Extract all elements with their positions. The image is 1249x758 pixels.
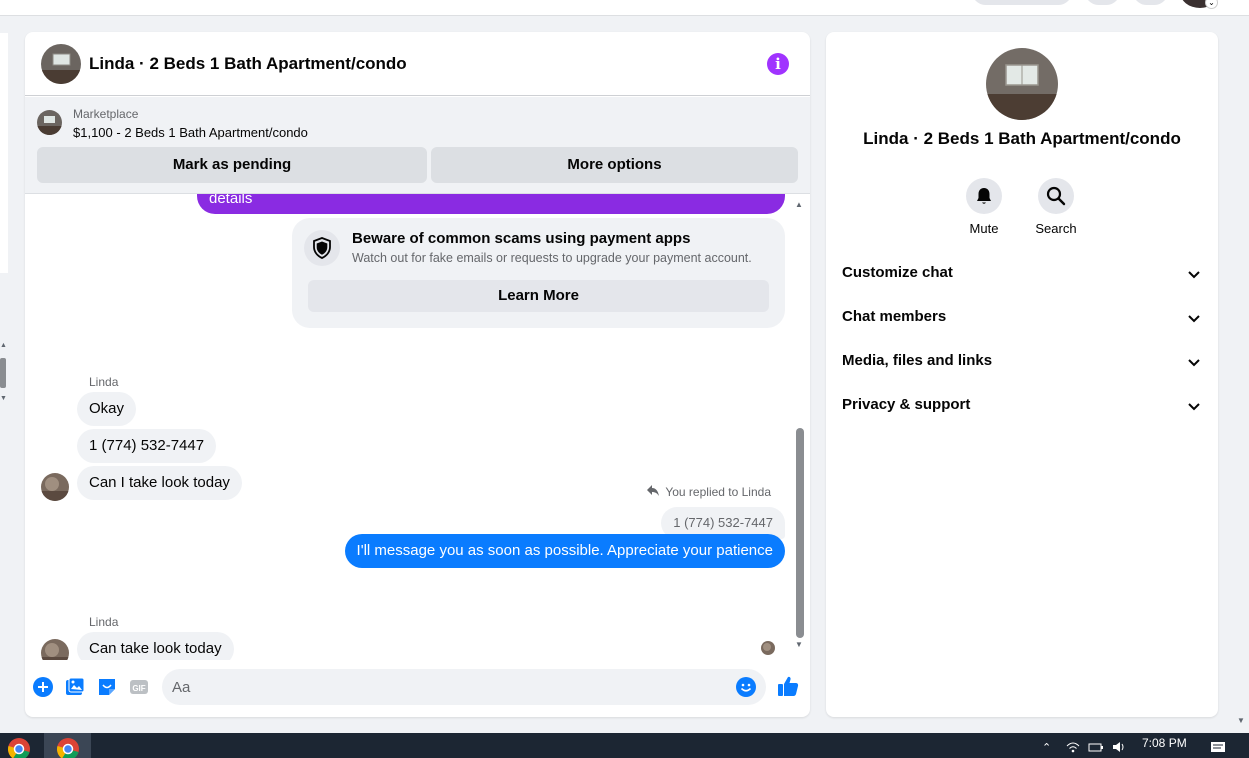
outgoing-message-bubble[interactable]: I'll message you as soon as possible. Ap… [344, 534, 785, 568]
chrome-icon[interactable] [7, 737, 30, 758]
conversation-avatar[interactable] [986, 48, 1058, 120]
top-nav-icon-button[interactable] [1133, 0, 1168, 5]
scam-warning-card: Beware of common scams using payment app… [292, 218, 785, 328]
customize-chat-section[interactable]: Customize chat [826, 252, 1218, 296]
incoming-message-bubble[interactable]: Can take look today [77, 632, 234, 660]
sender-name: Linda [89, 615, 119, 629]
chevron-down-icon [1188, 359, 1200, 367]
scam-warning-title: Beware of common scams using payment app… [352, 230, 691, 247]
mute-label: Mute [969, 221, 999, 236]
scam-warning-subtitle: Watch out for fake emails or requests to… [352, 251, 752, 265]
clock-time[interactable]: 7:08 PM [1142, 736, 1187, 750]
listing-thumbnail[interactable] [37, 110, 62, 135]
bell-icon [966, 178, 1002, 214]
marketplace-banner: Marketplace $1,100 - 2 Beds 1 Bath Apart… [25, 97, 810, 194]
wifi-icon[interactable] [1066, 741, 1080, 756]
chrome-icon[interactable] [56, 737, 79, 758]
search-button[interactable]: Search [1026, 178, 1086, 236]
section-label: Media, files and links [842, 352, 993, 369]
scroll-down-arrow[interactable]: ▼ [1237, 716, 1245, 725]
chat-header: Linda · 2 Beds 1 Bath Apartment/condo i [25, 32, 810, 96]
message-composer: GIF [25, 662, 810, 717]
notification-icon[interactable] [1210, 741, 1226, 758]
info-icon[interactable]: i [767, 53, 789, 75]
marketplace-label: Marketplace [73, 107, 139, 121]
plus-icon[interactable] [33, 677, 53, 697]
seen-indicator-avatar [761, 641, 775, 655]
chevron-down-icon [1188, 315, 1200, 323]
search-label: Search [1035, 221, 1077, 236]
media-files-links-section[interactable]: Media, files and links [826, 340, 1218, 384]
chevron-down-icon [1188, 271, 1200, 279]
reply-icon [647, 485, 662, 499]
shield-icon [304, 230, 340, 266]
mute-button[interactable]: Mute [954, 178, 1014, 236]
privacy-support-section[interactable]: Privacy & support [826, 384, 1218, 428]
scroll-down-arrow[interactable]: ▼ [795, 640, 803, 649]
learn-more-button[interactable]: Learn More [308, 280, 769, 312]
chat-members-section[interactable]: Chat members [826, 296, 1218, 340]
outgoing-message-bubble: details [197, 194, 785, 214]
section-label: Privacy & support [842, 396, 971, 413]
listing-title[interactable]: $1,100 - 2 Beds 1 Bath Apartment/condo [73, 125, 308, 140]
section-label: Customize chat [842, 264, 953, 281]
thumbs-up-icon[interactable] [777, 675, 799, 697]
conversation-title: Linda · 2 Beds 1 Bath Apartment/condo [863, 129, 1181, 148]
chat-panel: Linda · 2 Beds 1 Bath Apartment/condo i … [25, 32, 810, 717]
chat-title[interactable]: Linda · 2 Beds 1 Bath Apartment/condo [89, 54, 407, 74]
listing-avatar[interactable] [41, 44, 81, 84]
battery-icon[interactable] [1088, 741, 1104, 756]
scroll-down-arrow[interactable]: ▼ [0, 395, 7, 402]
scroll-up-arrow[interactable]: ▲ [795, 200, 803, 209]
message-list: details Beware of common scams using pay… [25, 194, 810, 660]
page-scrollbar-thumb[interactable] [0, 358, 6, 388]
message-input-wrapper [162, 669, 766, 705]
chevron-down-icon[interactable]: ⌄ [1205, 0, 1218, 9]
left-page-edge [0, 33, 8, 273]
volume-icon[interactable] [1112, 741, 1126, 756]
top-nav-icon-button[interactable] [1085, 0, 1120, 5]
message-text: details [209, 194, 253, 207]
incoming-message-bubble[interactable]: 1 (774) 532-7447 [77, 429, 217, 463]
reply-label: You replied to Linda [665, 485, 771, 499]
sender-name: Linda [89, 375, 119, 389]
chevron-down-icon [1188, 403, 1200, 411]
chevron-up-icon[interactable]: ⌃ [1042, 741, 1051, 754]
message-input[interactable] [172, 669, 722, 705]
svg-text:GIF: GIF [132, 684, 145, 693]
section-label: Chat members [842, 308, 947, 325]
reply-indicator: You replied to Linda [647, 485, 771, 499]
photo-icon[interactable] [65, 677, 85, 697]
conversation-details-panel: Linda · 2 Beds 1 Bath Apartment/condo Mu… [826, 32, 1218, 717]
message-scrollbar[interactable]: ▲ ▼ [795, 200, 805, 654]
search-icon [1038, 178, 1074, 214]
scroll-up-arrow[interactable]: ▲ [0, 342, 7, 349]
scrollbar-thumb[interactable] [796, 428, 804, 638]
sticker-icon[interactable] [97, 677, 117, 697]
sender-avatar[interactable] [41, 473, 69, 501]
incoming-message-bubble[interactable]: Can I take look today [77, 466, 242, 500]
mark-as-pending-button[interactable]: Mark as pending [37, 147, 427, 183]
windows-taskbar: ⌃ 7:08 PM [0, 733, 1249, 758]
top-nav-button[interactable] [972, 0, 1072, 5]
sender-avatar[interactable] [41, 639, 69, 660]
incoming-message-bubble[interactable]: Okay [77, 392, 137, 426]
top-navigation-bar: ⌄ [0, 0, 1249, 16]
more-options-button[interactable]: More options [431, 147, 798, 183]
emoji-icon[interactable] [736, 677, 756, 697]
gif-icon[interactable]: GIF [129, 677, 149, 697]
